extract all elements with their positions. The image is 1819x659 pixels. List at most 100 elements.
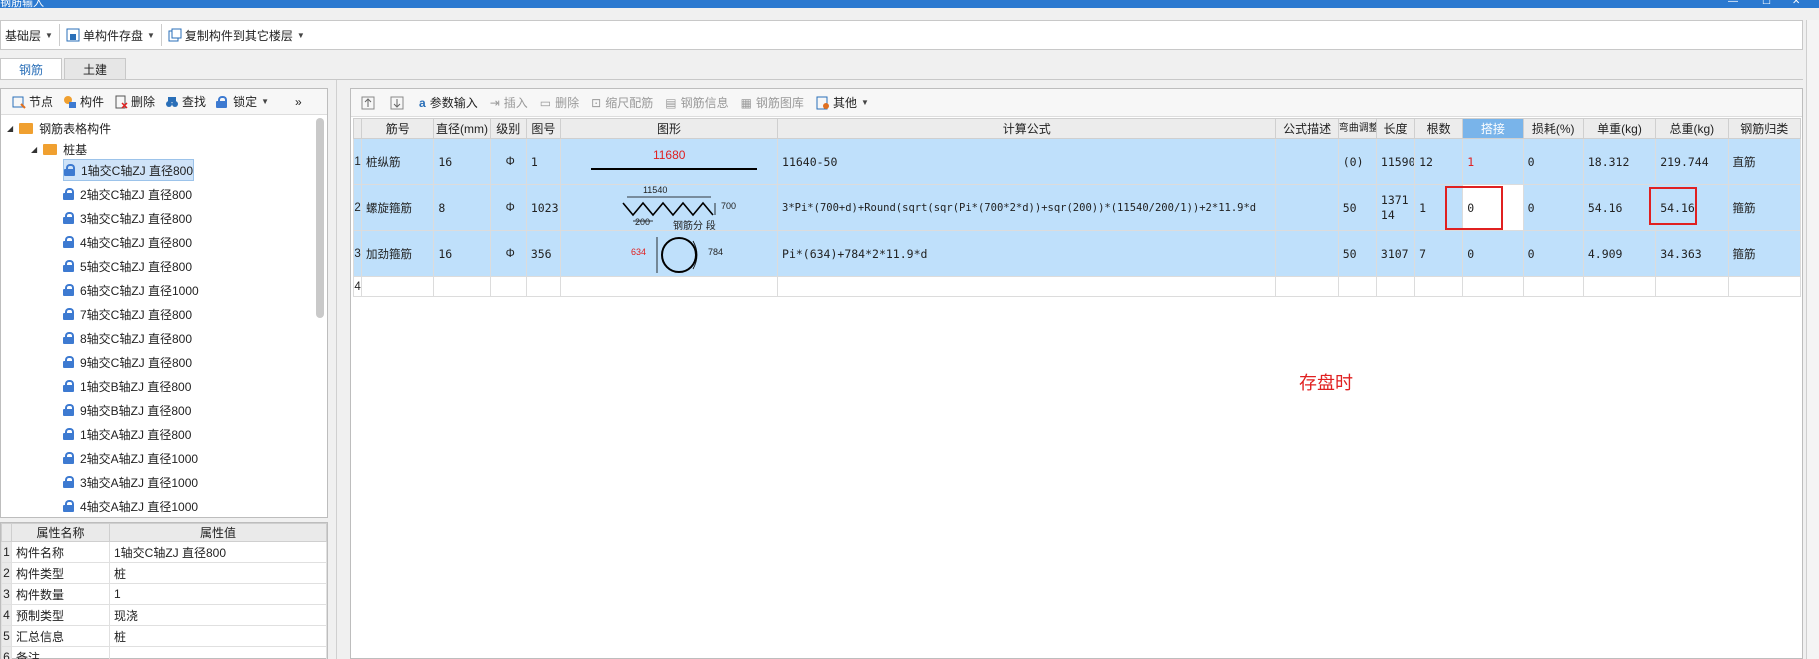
cell-grade[interactable]: Φ: [489, 230, 527, 277]
tree-item[interactable]: 2轴交C轴ZJ 直径800: [63, 183, 192, 205]
property-row[interactable]: 3 构件数量 1: [1, 583, 327, 605]
col-header-unit-weight[interactable]: 单重(kg): [1582, 118, 1657, 139]
cell-lap[interactable]: 1: [1462, 138, 1524, 185]
cell-formula-desc[interactable]: [1275, 138, 1339, 185]
rebar-info-button[interactable]: ▤ 钢筋信息: [659, 90, 734, 116]
empty-cell[interactable]: [1582, 276, 1657, 297]
col-header-bar-no[interactable]: 筋号: [361, 118, 435, 139]
tab-rebar[interactable]: 钢筋: [0, 58, 63, 80]
cell-length[interactable]: 11590: [1375, 138, 1416, 185]
col-header-loss[interactable]: 损耗(%): [1522, 118, 1584, 139]
cell-formula[interactable]: Pi*(634)+784*2*11.9*d: [777, 230, 1277, 277]
cell-shape[interactable]: 11680: [559, 138, 779, 185]
cell-figure-no[interactable]: 356: [525, 230, 561, 277]
col-header-total-weight[interactable]: 总重(kg): [1655, 118, 1729, 139]
tree-delete-button[interactable]: 删除: [109, 89, 160, 115]
tree-root[interactable]: ◢ 钢筋表格构件: [7, 117, 111, 139]
table-row[interactable]: 4: [352, 276, 1802, 297]
tree-item[interactable]: 6轴交C轴ZJ 直径1000: [63, 279, 199, 301]
cell-unit-weight[interactable]: 54.16: [1582, 184, 1657, 231]
empty-cell[interactable]: [433, 276, 491, 297]
move-up-button[interactable]: [355, 90, 384, 116]
property-row[interactable]: 5 汇总信息桩: [1, 625, 327, 647]
maximize-button[interactable]: ☐: [1762, 0, 1771, 7]
lock-dropdown[interactable]: 锁定 ▼: [211, 89, 274, 115]
tree-item[interactable]: 7轴交C轴ZJ 直径800: [63, 303, 192, 325]
col-header-bend-adjust[interactable]: 弯曲调整: [1337, 118, 1377, 139]
cell-bend-adjust[interactable]: 50: [1337, 230, 1377, 277]
cell-formula-desc[interactable]: [1275, 230, 1339, 277]
tree-item[interactable]: 4轴交C轴ZJ 直径800: [63, 231, 192, 253]
cell-lap[interactable]: 0: [1462, 230, 1524, 277]
cell-diameter[interactable]: 8: [433, 184, 491, 231]
empty-cell[interactable]: [361, 276, 435, 297]
cell-unit-weight[interactable]: 4.909: [1582, 230, 1657, 277]
col-header-figure-no[interactable]: 图号: [525, 118, 561, 139]
table-row[interactable]: 1 桩纵筋 16 Φ 1 11680 11640-50 (0) 11590 12…: [352, 138, 1802, 185]
cell-total-weight[interactable]: 34.363: [1655, 230, 1729, 277]
empty-cell[interactable]: [777, 276, 1277, 297]
cell-loss[interactable]: 0: [1522, 184, 1584, 231]
col-header-length[interactable]: 长度: [1375, 118, 1416, 139]
component-button[interactable]: 构件: [58, 89, 109, 115]
cell-grade[interactable]: Φ: [489, 138, 527, 185]
close-button[interactable]: ✕: [1792, 0, 1800, 7]
tree-scrollbar[interactable]: [316, 118, 324, 318]
tree-item[interactable]: 3轴交A轴ZJ 直径1000: [63, 471, 198, 493]
property-value[interactable]: [109, 646, 327, 659]
property-row[interactable]: 1 构件名称 1轴交C轴ZJ 直径800: [1, 541, 327, 563]
tree-item[interactable]: 8轴交C轴ZJ 直径800: [63, 327, 192, 349]
tree-item[interactable]: 3轴交C轴ZJ 直径800: [63, 207, 192, 229]
empty-cell[interactable]: [1522, 276, 1584, 297]
tree-item[interactable]: 9轴交B轴ZJ 直径800: [63, 399, 191, 421]
empty-cell[interactable]: [1655, 276, 1729, 297]
property-value[interactable]: 桩: [109, 562, 327, 584]
more-button[interactable]: »: [290, 89, 307, 115]
col-header-category[interactable]: 钢筋归类: [1727, 118, 1802, 139]
cell-bend-adjust[interactable]: (0): [1337, 138, 1377, 185]
cell-shape[interactable]: 634 784: [559, 230, 779, 277]
cell-length[interactable]: 137114: [1375, 184, 1416, 231]
cell-category[interactable]: 箍筋: [1727, 230, 1802, 277]
floor-dropdown[interactable]: 基础层 ▼: [1, 22, 57, 48]
tree-group[interactable]: ◢ 桩基: [31, 138, 87, 160]
tree-item[interactable]: 2轴交A轴ZJ 直径1000: [63, 447, 198, 469]
empty-cell[interactable]: [1727, 276, 1802, 297]
grid-delete-button[interactable]: ▭ 删除: [534, 90, 585, 116]
cell-loss[interactable]: 0: [1522, 230, 1584, 277]
tree-item[interactable]: 4轴交A轴ZJ 直径1000: [63, 495, 198, 517]
col-header-diameter[interactable]: 直径(mm): [433, 118, 491, 139]
other-dropdown[interactable]: 其他 ▼: [810, 90, 875, 116]
cell-count[interactable]: 7: [1414, 230, 1464, 277]
cell-bar-no[interactable]: 螺旋箍筋: [361, 184, 435, 231]
cell-grade[interactable]: Φ: [489, 184, 527, 231]
cell-bar-no[interactable]: 桩纵筋: [361, 138, 435, 185]
empty-cell[interactable]: [1337, 276, 1377, 297]
col-header-count[interactable]: 根数: [1414, 118, 1464, 139]
cell-unit-weight[interactable]: 18.312: [1582, 138, 1657, 185]
cell-category[interactable]: 直筋: [1727, 138, 1802, 185]
property-row[interactable]: 2 构件类型桩: [1, 562, 327, 584]
rebar-library-button[interactable]: ▦ 钢筋图库: [735, 90, 810, 116]
cell-bend-adjust[interactable]: 50: [1337, 184, 1377, 231]
cell-shape[interactable]: 11540 700 200 钢筋分 段: [559, 184, 779, 231]
cell-diameter[interactable]: 16: [433, 138, 491, 185]
tree-item[interactable]: 1轴交C轴ZJ 直径800: [63, 159, 195, 181]
property-row[interactable]: 6 备注: [1, 646, 327, 659]
insert-button[interactable]: ⇥ 插入: [484, 90, 534, 116]
empty-cell[interactable]: [1275, 276, 1339, 297]
property-value[interactable]: 现浇: [109, 604, 327, 626]
cell-diameter[interactable]: 16: [433, 230, 491, 277]
move-down-button[interactable]: [384, 90, 413, 116]
empty-cell[interactable]: [1375, 276, 1416, 297]
col-header-shape[interactable]: 图形: [559, 118, 779, 139]
find-button[interactable]: 查找: [160, 89, 211, 115]
empty-cell[interactable]: [1414, 276, 1464, 297]
cell-bar-no[interactable]: 加劲箍筋: [361, 230, 435, 277]
cell-length[interactable]: 3107: [1375, 230, 1416, 277]
copy-to-floor-button[interactable]: 复制构件到其它楼层 ▼: [164, 22, 309, 48]
panel-splitter[interactable]: [336, 80, 337, 659]
cell-figure-no[interactable]: 1023: [525, 184, 561, 231]
scale-rebar-button[interactable]: ⊡ 缩尺配筋: [585, 90, 659, 116]
tree-item[interactable]: 5轴交C轴ZJ 直径800: [63, 255, 192, 277]
